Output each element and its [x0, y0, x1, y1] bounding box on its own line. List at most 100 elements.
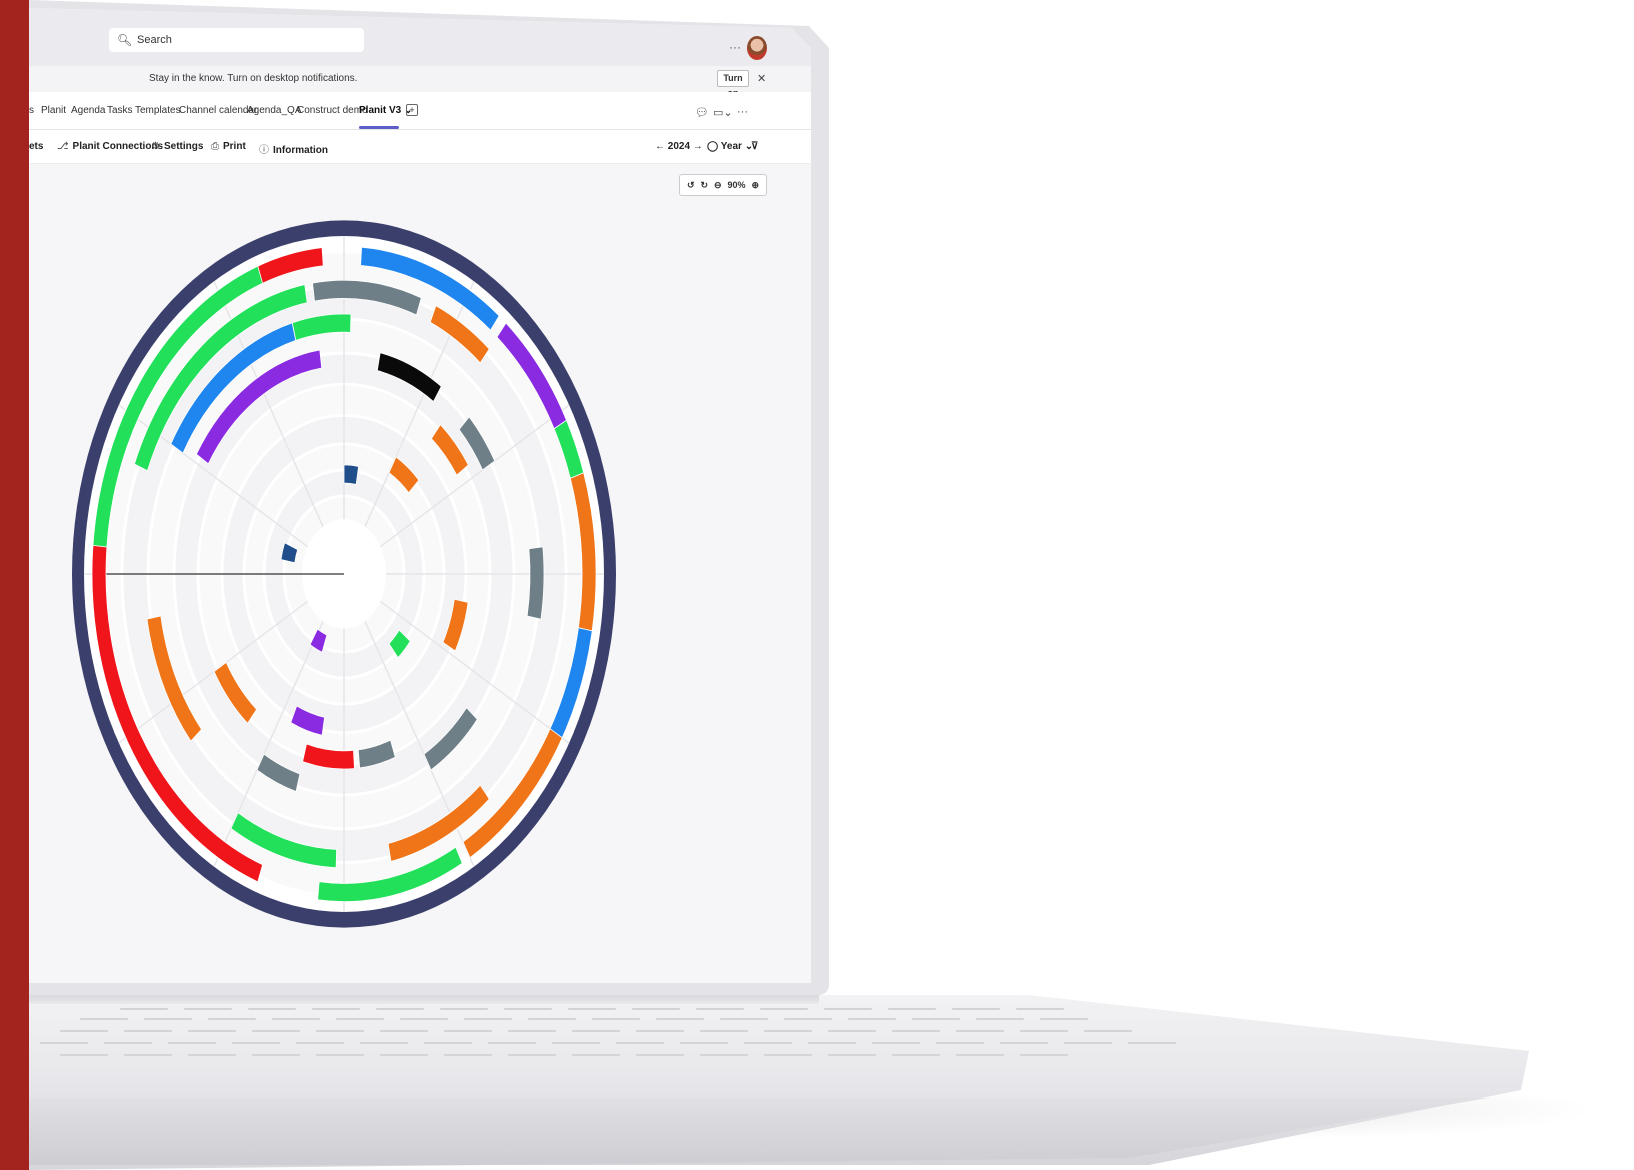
- keyboard-key: [892, 1030, 940, 1032]
- keyboard-key: [568, 1008, 616, 1010]
- keyboard-key: [808, 1042, 856, 1044]
- tab-channel-calendar[interactable]: Channel calendar: [179, 105, 257, 116]
- keyboard-key: [188, 1030, 236, 1032]
- keyboard-key: [440, 1008, 488, 1010]
- zoom-in-icon[interactable]: ⊕: [751, 180, 759, 191]
- channel-tabs: s Planit Agenda Tasks Templates Channel …: [29, 92, 811, 130]
- tab-agenda-qa[interactable]: Agenda_QA: [247, 105, 302, 116]
- tab-templates[interactable]: Templates: [135, 105, 181, 116]
- keyboard-key: [720, 1018, 768, 1020]
- information-label: Information: [273, 145, 328, 156]
- tab-agenda[interactable]: Agenda: [71, 105, 105, 116]
- keyboard-key: [252, 1030, 300, 1032]
- print-button[interactable]: ⎙ Print: [211, 141, 246, 152]
- keyboard-key: [144, 1018, 192, 1020]
- tab-truncated[interactable]: s: [29, 105, 34, 116]
- keyboard-key: [936, 1042, 984, 1044]
- keyboard-key: [188, 1054, 236, 1056]
- keyboard-key: [572, 1054, 620, 1056]
- add-tab-icon[interactable]: +: [406, 104, 418, 116]
- keyboard-key: [60, 1030, 108, 1032]
- search-input[interactable]: 🔍︎ Search: [109, 28, 364, 52]
- toolbar-item-truncated[interactable]: ets: [29, 141, 43, 152]
- keyboard-key: [360, 1042, 408, 1044]
- keyboard-key: [592, 1018, 640, 1020]
- keyboard-key: [124, 1030, 172, 1032]
- keyboard-key: [464, 1018, 512, 1020]
- filter-icon[interactable]: ⊽: [751, 141, 758, 152]
- keyboard-key: [60, 1054, 108, 1056]
- avatar[interactable]: [747, 36, 767, 60]
- active-tab-indicator: [359, 126, 399, 129]
- information-button[interactable]: ⓘ Information: [259, 141, 328, 156]
- keyboard-key: [656, 1018, 704, 1020]
- keyboard-key: [616, 1042, 664, 1044]
- planit-connections-label: Planit Connections: [72, 141, 164, 152]
- settings-button[interactable]: ⚙ Settings: [151, 141, 203, 152]
- keyboard-key: [124, 1054, 172, 1056]
- toolbar-item-truncated-label: ets: [29, 141, 44, 152]
- zoom-out-icon[interactable]: ⊖: [714, 180, 722, 191]
- keyboard-key: [40, 1042, 88, 1044]
- more-options-button[interactable]: ···: [729, 40, 741, 54]
- tab-planit[interactable]: Planit: [41, 105, 66, 116]
- search-placeholder: Search: [137, 34, 172, 46]
- keyboard-key: [680, 1042, 728, 1044]
- turn-on-button[interactable]: Turn on: [717, 70, 749, 98]
- keyboard-key: [1020, 1054, 1068, 1056]
- gear-icon: ⚙: [151, 141, 160, 152]
- keyboard-key: [376, 1008, 424, 1010]
- video-icon[interactable]: ▭⌄: [713, 106, 733, 119]
- keyboard-key: [952, 1008, 1000, 1010]
- keyboard-key: [784, 1018, 832, 1020]
- rotate-left-icon[interactable]: ↺: [687, 180, 695, 191]
- view-selector[interactable]: ◯ Year ⌄: [707, 141, 753, 152]
- keyboard-key: [1084, 1030, 1132, 1032]
- keyboard-key: [636, 1054, 684, 1056]
- zoom-controls: ↺ ↻ ⊖ 90% ⊕: [679, 174, 767, 196]
- keyboard-key: [912, 1018, 960, 1020]
- chat-icon[interactable]: 💬︎: [695, 106, 709, 119]
- keyboard-key: [508, 1054, 556, 1056]
- year-wheel[interactable]: [64, 206, 624, 941]
- keyboard-key: [104, 1042, 152, 1044]
- keyboard-key: [528, 1018, 576, 1020]
- keyboard-key: [956, 1030, 1004, 1032]
- keyboard-key: [316, 1030, 364, 1032]
- tab-planit-v3[interactable]: Planit V3 ⌄: [359, 105, 412, 116]
- keyboard-key: [1128, 1042, 1176, 1044]
- settings-label: Settings: [163, 141, 204, 152]
- keyboard-key: [1000, 1042, 1048, 1044]
- tab-tasks[interactable]: Tasks: [107, 105, 133, 116]
- keyboard-key: [824, 1008, 872, 1010]
- keyboard-key: [444, 1054, 492, 1056]
- laptop-front-edge: [29, 1098, 1489, 1170]
- print-icon: ⎙: [211, 141, 219, 152]
- app-window: 🔍︎ Search ··· Stay in the know. Turn on …: [29, 8, 811, 983]
- keyboard-key: [508, 1030, 556, 1032]
- keyboard-key: [488, 1042, 536, 1044]
- tab-construct-demo[interactable]: Construct demo: [297, 105, 368, 116]
- notification-text: Stay in the know. Turn on desktop notifi…: [149, 73, 358, 84]
- keyboard-key: [1040, 1018, 1088, 1020]
- year-navigator[interactable]: ← 2024 →: [655, 141, 703, 152]
- keyboard-key: [760, 1008, 808, 1010]
- keyboard-key: [888, 1008, 936, 1010]
- keyboard-key: [248, 1008, 296, 1010]
- activity-bar: [526, 546, 545, 620]
- keyboard-key: [444, 1030, 492, 1032]
- keyboard-key: [976, 1018, 1024, 1020]
- keyboard-key: [632, 1008, 680, 1010]
- keyboard-key: [400, 1018, 448, 1020]
- keyboard-key: [380, 1030, 428, 1032]
- keyboard-key: [828, 1030, 876, 1032]
- planit-toolbar: ets ⎇ Planit Connections ⚙ Settings ⎙ Print…: [29, 130, 811, 164]
- keyboard-key: [1016, 1008, 1064, 1010]
- planit-connections-button[interactable]: ⎇ Planit Connections: [57, 141, 163, 152]
- keyboard-key: [232, 1042, 280, 1044]
- keyboard-key: [572, 1030, 620, 1032]
- tab-more-button[interactable]: ···: [737, 106, 748, 118]
- close-icon[interactable]: ✕: [757, 72, 766, 85]
- keyboard-key: [696, 1008, 744, 1010]
- rotate-right-icon[interactable]: ↻: [700, 180, 708, 191]
